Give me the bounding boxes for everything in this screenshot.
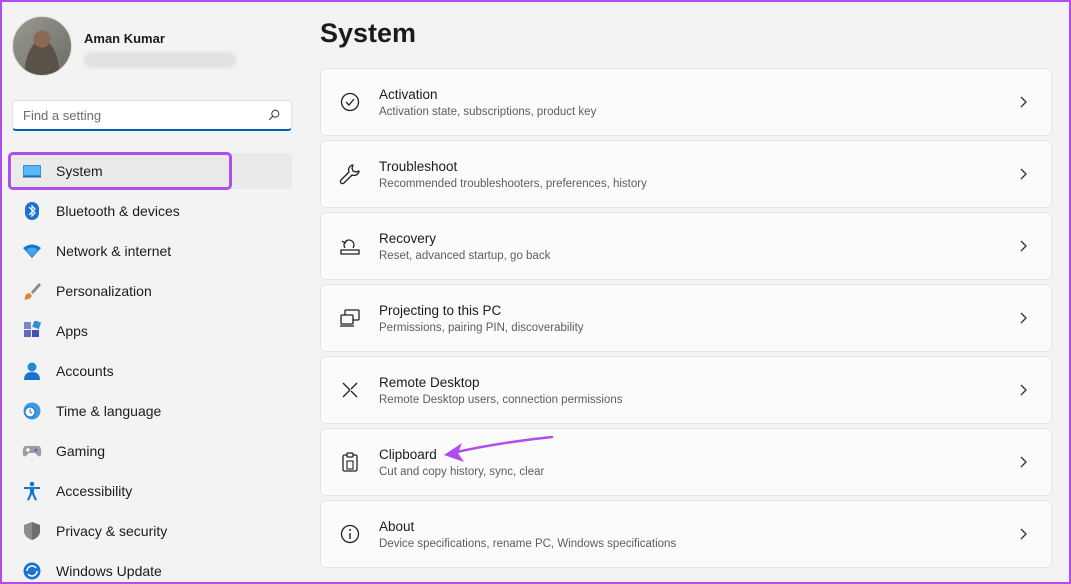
bluetooth-icon: [22, 201, 42, 221]
card-clipboard[interactable]: Clipboard Cut and copy history, sync, cl…: [320, 428, 1052, 496]
card-subtitle: Cut and copy history, sync, clear: [379, 465, 545, 478]
sidebar-item-accessibility[interactable]: Accessibility: [12, 473, 292, 509]
sidebar-item-time-language[interactable]: Time & language: [12, 393, 292, 429]
card-projecting[interactable]: Projecting to this PC Permissions, pairi…: [320, 284, 1052, 352]
chevron-right-icon: [1020, 168, 1027, 180]
card-title: Projecting to this PC: [379, 302, 502, 318]
recovery-icon: [338, 234, 362, 258]
card-subtitle: Device specifications, rename PC, Window…: [379, 537, 677, 550]
sidebar-item-label: Privacy & security: [56, 523, 168, 539]
sidebar: Aman Kumar System Bluetooth & devices: [0, 0, 300, 584]
search-icon[interactable]: [267, 108, 281, 122]
card-subtitle: Remote Desktop users, connection permiss…: [379, 393, 623, 406]
sidebar-item-label: Gaming: [56, 443, 106, 459]
sidebar-item-network[interactable]: Network & internet: [12, 233, 292, 269]
clipboard-icon: [338, 450, 362, 474]
sidebar-item-accounts[interactable]: Accounts: [12, 353, 292, 389]
card-recovery[interactable]: Recovery Reset, advanced startup, go bac…: [320, 212, 1052, 280]
card-troubleshoot[interactable]: Troubleshoot Recommended troubleshooters…: [320, 140, 1052, 208]
chevron-right-icon: [1020, 240, 1027, 252]
card-title: Troubleshoot: [379, 158, 458, 174]
page-title: System: [320, 18, 417, 48]
wifi-icon: [22, 241, 42, 261]
remote-desktop-icon: [338, 378, 362, 402]
sidebar-nav: System Bluetooth & devices Network & int…: [12, 153, 292, 584]
sidebar-item-label: Apps: [56, 323, 88, 339]
check-circle-icon: [338, 90, 362, 114]
card-about[interactable]: About Device specifications, rename PC, …: [320, 500, 1052, 568]
sidebar-item-gaming[interactable]: Gaming: [12, 433, 292, 469]
sidebar-item-label: Accessibility: [56, 483, 133, 499]
profile-email-blurred: [84, 52, 236, 68]
sidebar-item-label: Accounts: [56, 363, 114, 379]
sidebar-item-label: System: [56, 163, 103, 179]
shield-icon: [22, 521, 42, 541]
projecting-icon: [338, 306, 362, 330]
sidebar-item-bluetooth[interactable]: Bluetooth & devices: [12, 193, 292, 229]
card-title: Remote Desktop: [379, 374, 480, 390]
update-icon: [22, 561, 42, 581]
accessibility-icon: [22, 481, 42, 501]
settings-list: Activation Activation state, subscriptio…: [320, 68, 1052, 572]
sidebar-item-privacy-security[interactable]: Privacy & security: [12, 513, 292, 549]
sidebar-item-label: Network & internet: [56, 243, 172, 259]
sidebar-item-label: Personalization: [56, 283, 152, 299]
apps-icon: [22, 321, 42, 341]
card-subtitle: Permissions, pairing PIN, discoverabilit…: [379, 321, 584, 334]
avatar[interactable]: [12, 16, 72, 76]
person-icon: [22, 361, 42, 381]
chevron-right-icon: [1020, 96, 1027, 108]
clock-globe-icon: [22, 401, 42, 421]
card-subtitle: Reset, advanced startup, go back: [379, 249, 551, 262]
chevron-right-icon: [1020, 528, 1027, 540]
system-icon: [22, 161, 42, 181]
profile-name: Aman Kumar: [84, 31, 165, 46]
sidebar-item-label: Windows Update: [56, 563, 162, 579]
user-profile[interactable]: Aman Kumar: [12, 16, 236, 76]
sidebar-item-label: Time & language: [56, 403, 162, 419]
search-box[interactable]: [12, 100, 292, 131]
card-title: Clipboard: [379, 446, 437, 462]
sidebar-item-apps[interactable]: Apps: [12, 313, 292, 349]
chevron-right-icon: [1020, 312, 1027, 324]
card-title: About: [379, 518, 415, 534]
wrench-icon: [338, 162, 362, 186]
card-title: Activation: [379, 86, 438, 102]
gamepad-icon: [22, 441, 42, 461]
info-icon: [338, 522, 362, 546]
sidebar-item-windows-update[interactable]: Windows Update: [12, 553, 292, 584]
card-title: Recovery: [379, 230, 437, 246]
chevron-right-icon: [1020, 456, 1027, 468]
chevron-right-icon: [1020, 384, 1027, 396]
card-subtitle: Recommended troubleshooters, preferences…: [379, 177, 647, 190]
sidebar-item-personalization[interactable]: Personalization: [12, 273, 292, 309]
card-subtitle: Activation state, subscriptions, product…: [379, 105, 597, 118]
sidebar-item-system[interactable]: System: [12, 153, 292, 189]
card-activation[interactable]: Activation Activation state, subscriptio…: [320, 68, 1052, 136]
search-input[interactable]: [23, 107, 267, 123]
brush-icon: [22, 281, 42, 301]
sidebar-item-label: Bluetooth & devices: [56, 203, 180, 219]
card-remote-desktop[interactable]: Remote Desktop Remote Desktop users, con…: [320, 356, 1052, 424]
